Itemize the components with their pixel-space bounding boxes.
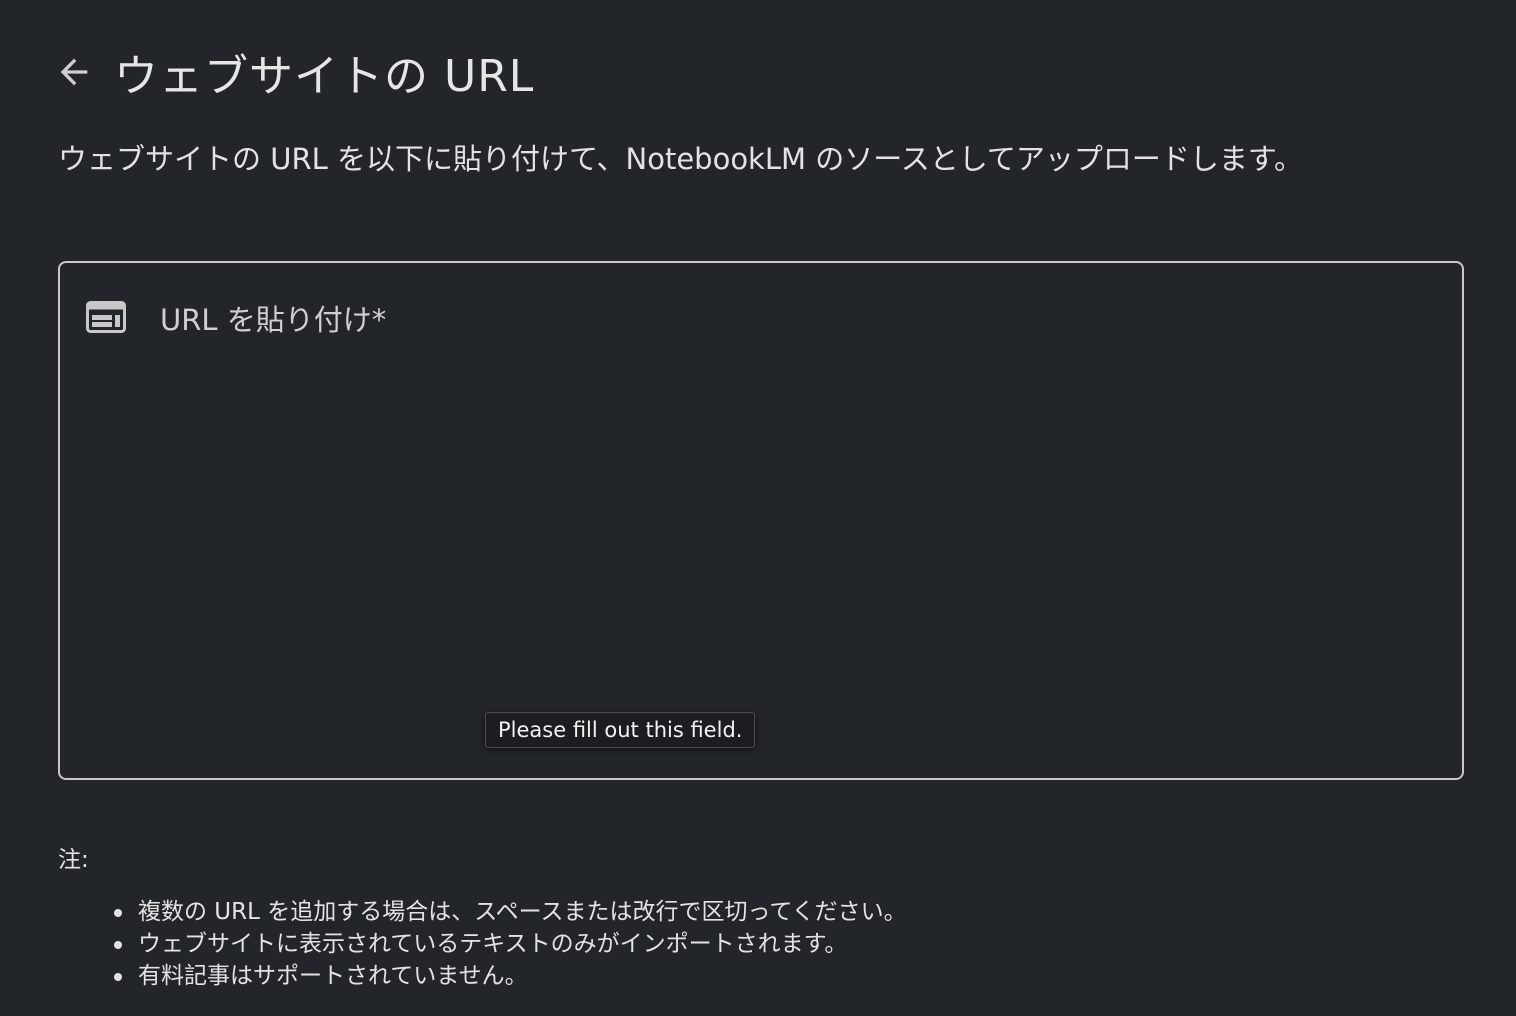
validation-tooltip: Please fill out this field. [485, 712, 756, 748]
url-input-container[interactable] [58, 261, 1464, 780]
note-item: 複数の URL を追加する場合は、スペースまたは改行で区切ってください。 [110, 896, 907, 928]
note-item: ウェブサイトに表示されているテキストのみがインポートされます。 [110, 928, 907, 960]
web-icon [86, 301, 126, 333]
url-input[interactable] [160, 291, 1440, 751]
header: ウェブサイトの URL [52, 40, 534, 104]
note-label: 注: [58, 847, 89, 873]
arrow-back-icon [60, 58, 88, 86]
back-button[interactable] [52, 50, 96, 94]
note-item: 有料記事はサポートされていません。 [110, 960, 907, 992]
website-url-page: ウェブサイトの URL ウェブサイトの URL を以下に貼り付けて、Notebo… [0, 0, 1516, 1016]
page-description: ウェブサイトの URL を以下に貼り付けて、NotebookLM のソースとして… [58, 142, 1304, 176]
notes-list: 複数の URL を追加する場合は、スペースまたは改行で区切ってください。 ウェブ… [110, 896, 907, 992]
page-title: ウェブサイトの URL [114, 51, 535, 102]
